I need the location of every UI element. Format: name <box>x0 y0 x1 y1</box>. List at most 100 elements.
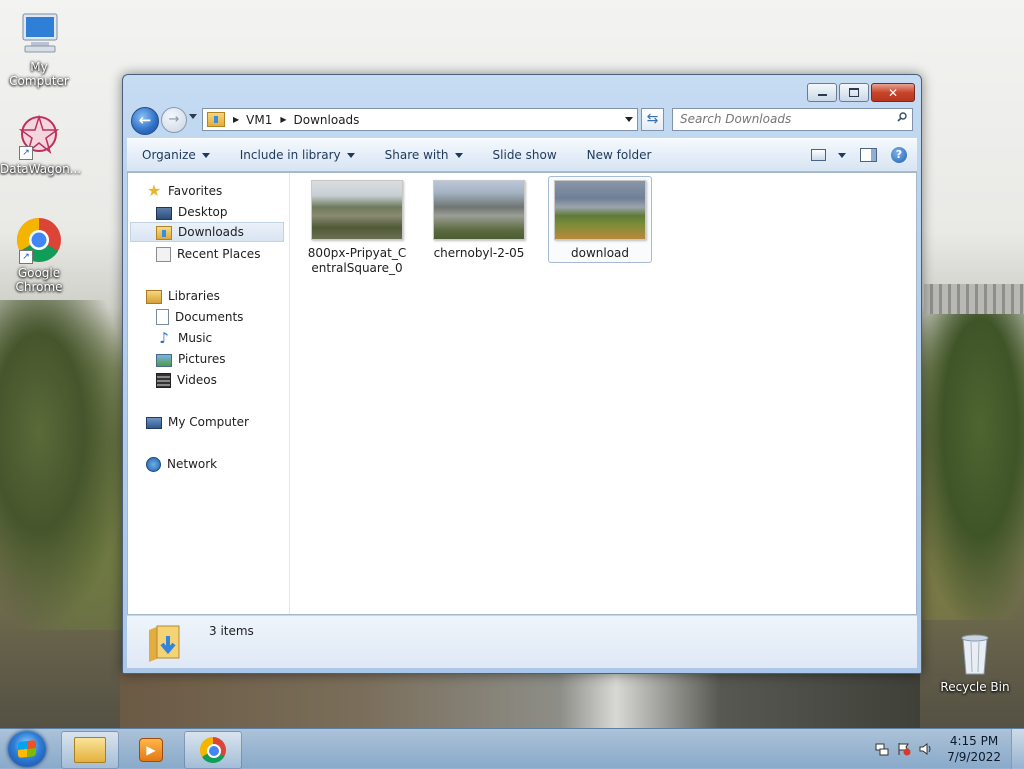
refresh-icon: ⇆ <box>646 111 659 127</box>
clock-time: 4:15 PM <box>949 734 999 748</box>
taskbar-media-player[interactable]: ▶ <box>122 731 180 769</box>
nav-label: Music <box>178 331 213 345</box>
image-thumbnail <box>554 180 646 240</box>
show-desktop-button[interactable] <box>1011 729 1024 769</box>
nav-libraries[interactable]: Libraries <box>146 286 220 306</box>
nav-videos[interactable]: Videos <box>156 370 217 390</box>
help-icon[interactable]: ? <box>891 147 907 163</box>
nav-favorites[interactable]: ★ Favorites <box>146 181 222 201</box>
preview-pane-button[interactable] <box>860 148 877 162</box>
pictures-icon <box>156 353 172 367</box>
desktop-icon-datawagon[interactable]: ↗ DataWagon... <box>0 112 82 176</box>
image-thumbnail <box>433 180 525 240</box>
nav-downloads[interactable]: Downloads <box>130 222 284 242</box>
breadcrumb-downloads[interactable]: Downloads <box>294 113 360 127</box>
view-controls: ? <box>811 147 917 163</box>
desktop-icon-label: Google Chrome <box>15 266 63 294</box>
media-player-icon: ▶ <box>139 738 163 762</box>
nav-pictures[interactable]: Pictures <box>156 349 226 369</box>
nav-desktop[interactable]: Desktop <box>156 202 228 222</box>
nav-documents[interactable]: Documents <box>156 307 243 327</box>
new-folder-button[interactable]: New folder <box>572 148 667 162</box>
address-dropdown-icon[interactable] <box>625 117 633 122</box>
computer-icon <box>15 10 63 58</box>
maximize-button[interactable] <box>839 83 869 102</box>
network-icon <box>146 456 161 472</box>
minimize-icon <box>817 94 827 96</box>
organize-label: Organize <box>142 148 196 162</box>
file-name: 800px-Pripyat_CentralSquare_0 <box>307 246 407 275</box>
downloads-folder-icon <box>156 226 172 240</box>
nav-my-computer[interactable]: My Computer <box>146 412 249 432</box>
libraries-icon <box>146 290 162 304</box>
address-row: ← → ▶ VM1 ▶ Downloads ⇆ <box>131 106 915 135</box>
close-icon: ✕ <box>887 85 899 100</box>
nav-label: Videos <box>177 373 217 387</box>
computer-icon <box>146 417 162 429</box>
nav-label: Favorites <box>168 184 223 198</box>
include-in-library-label: Include in library <box>239 148 341 162</box>
arrow-left-icon: ← <box>138 111 152 129</box>
chevron-down-icon <box>346 152 355 158</box>
chrome-icon: ↗ <box>15 216 63 264</box>
desktop-icon-google-chrome[interactable]: ↗ Google Chrome <box>0 216 78 294</box>
back-button[interactable]: ← <box>131 107 159 135</box>
chevron-right-icon[interactable]: ▶ <box>233 115 239 124</box>
image-thumbnail <box>311 180 403 240</box>
volume-icon[interactable] <box>919 742 933 756</box>
slide-show-button[interactable]: Slide show <box>478 148 572 162</box>
network-status-icon[interactable] <box>875 742 889 756</box>
nav-label: Desktop <box>178 205 228 219</box>
wallpaper-ground <box>120 672 920 728</box>
nav-music[interactable]: ♪ Music <box>156 328 212 348</box>
wallpaper-building <box>924 284 1024 314</box>
slide-show-label: Slide show <box>492 148 557 162</box>
desktop-icon-label: DataWagon... <box>0 162 82 176</box>
nav-label: Downloads <box>178 225 244 239</box>
taskbar-explorer[interactable] <box>61 731 119 769</box>
details-pane: 3 items <box>127 615 917 668</box>
breadcrumb-vm1[interactable]: VM1 <box>246 113 272 127</box>
maximize-icon <box>849 88 859 97</box>
recent-pages-dropdown[interactable] <box>189 114 197 119</box>
file-name: chernobyl-2-05 <box>433 246 525 260</box>
action-center-flag-icon[interactable] <box>897 742 911 756</box>
nav-network[interactable]: Network <box>146 454 217 474</box>
forward-button[interactable]: → <box>161 107 187 133</box>
change-view-button[interactable] <box>811 149 846 161</box>
file-item[interactable]: download <box>548 176 652 263</box>
minimize-button[interactable] <box>807 83 837 102</box>
shortcut-arrow-icon: ↗ <box>19 250 33 264</box>
start-button[interactable] <box>8 731 46 767</box>
nav-label: Network <box>167 457 218 471</box>
search-input[interactable] <box>673 109 885 128</box>
address-bar[interactable]: ▶ VM1 ▶ Downloads <box>202 108 638 131</box>
organize-menu[interactable]: Organize <box>127 148 225 162</box>
recent-places-icon <box>156 246 171 262</box>
nav-recent-places[interactable]: Recent Places <box>156 244 260 264</box>
clock[interactable]: 4:15 PM 7/9/2022 <box>947 733 1001 765</box>
system-tray: 4:15 PM 7/9/2022 <box>875 729 1024 769</box>
desktop-icon <box>156 206 172 220</box>
refresh-button[interactable]: ⇆ <box>641 108 664 131</box>
wallpaper-trees-left <box>0 300 130 630</box>
chevron-down-icon <box>454 152 463 158</box>
chevron-right-icon[interactable]: ▶ <box>280 115 286 124</box>
star-icon: ★ <box>146 181 162 200</box>
file-item[interactable]: chernobyl-2-05 <box>428 177 530 262</box>
desktop-icon-recycle-bin[interactable]: Recycle Bin <box>936 632 1014 694</box>
content-area: ★ Favorites Desktop Downloads Recent Plac… <box>127 172 917 615</box>
document-icon <box>156 309 169 325</box>
search-icon[interactable] <box>897 112 907 122</box>
file-item[interactable]: 800px-Pripyat_CentralSquare_0 <box>306 177 408 275</box>
taskbar-chrome[interactable] <box>184 731 242 769</box>
window-controls: ✕ <box>807 83 915 102</box>
share-with-menu[interactable]: Share with <box>370 148 478 162</box>
arrow-right-icon: → <box>168 112 180 127</box>
explorer-window: ✕ ← → ▶ VM1 ▶ Downloads ⇆ Organize Inclu… <box>122 74 922 674</box>
include-in-library-menu[interactable]: Include in library <box>225 148 370 162</box>
close-button[interactable]: ✕ <box>871 83 915 102</box>
file-list: 800px-Pripyat_CentralSquare_0 chernobyl-… <box>290 173 916 614</box>
search-box <box>672 108 913 131</box>
desktop-icon-my-computer[interactable]: My Computer <box>0 10 78 88</box>
